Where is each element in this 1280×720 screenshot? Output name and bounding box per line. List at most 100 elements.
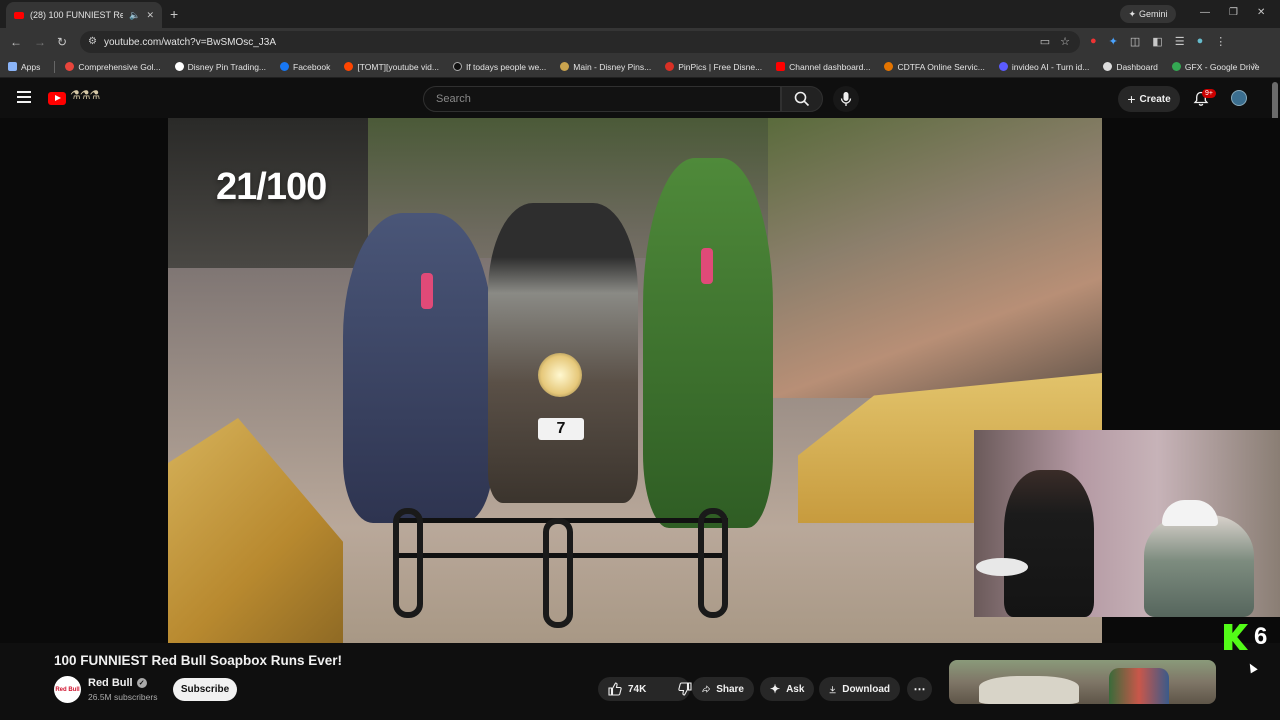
close-tab-icon[interactable]: ✕ [146, 10, 154, 21]
share-label: Share [716, 683, 744, 695]
thumbnail-car [979, 676, 1079, 704]
bookmark-label: [TOMT][youtube vid... [357, 61, 439, 72]
bookmarks-bar: Apps Comprehensive Gol... Disney Pin Tra… [0, 56, 1280, 78]
close-window-icon[interactable]: ✕ [1257, 7, 1265, 18]
bookmark-label: CDTFA Online Servic... [897, 61, 985, 72]
back-arrow-icon[interactable]: ← [10, 35, 22, 49]
like-count: 74K [628, 683, 647, 695]
bookmark-favicon-icon [174, 62, 184, 71]
restore-icon[interactable]: ❐ [1229, 7, 1238, 18]
bookmark-item[interactable]: If todays people we... [452, 61, 547, 72]
bookmark-item[interactable]: invideo AI - Turn id... [998, 61, 1090, 72]
notification-badge: 9+ [1202, 89, 1216, 98]
youtube-icon [776, 62, 786, 71]
subscribe-button[interactable]: Subscribe [173, 678, 237, 701]
video-frame[interactable]: 7 21/100 [168, 118, 1102, 643]
video-player[interactable]: 7 21/100 6 [0, 118, 1280, 650]
channel-name: Red Bull [88, 677, 133, 689]
browser-tab-active[interactable]: (28) 100 FUNNIEST Red Bull 🔈 ✕ [6, 2, 162, 28]
address-bar[interactable]: ⚙ youtube.com/watch?v=BwSMOsc_J3A ▭ ☆ [80, 31, 1080, 53]
channel-name-link[interactable]: Red Bull ✓ [88, 677, 147, 689]
webcam-person-right [1144, 515, 1254, 617]
menu-icon[interactable] [17, 91, 31, 106]
browser-menu-icon[interactable]: ⋮ [1215, 35, 1226, 48]
bookmark-item[interactable]: Facebook [280, 62, 330, 72]
search-input[interactable]: Search [423, 86, 781, 112]
profile-icon[interactable]: ● [1197, 35, 1204, 48]
youtube-header: ⚗⚗⚗ Search + Create 9+ [0, 78, 1280, 118]
verified-check-icon: ✓ [136, 678, 147, 688]
bookmark-label: invideo AI - Turn id... [1011, 61, 1090, 72]
like-button[interactable]: 74K [598, 677, 656, 701]
youtube-doodle-icon[interactable]: ⚗⚗⚗ [70, 88, 104, 106]
reload-icon[interactable]: ↻ [57, 35, 67, 49]
thumbs-up-icon [608, 682, 622, 696]
bookmark-item[interactable]: Comprehensive Gol... [65, 61, 161, 72]
media-controls-icon[interactable]: ☰ [1175, 35, 1185, 48]
sparkle-icon: ✦ [770, 682, 781, 696]
streamer-webcam-overlay [974, 430, 1280, 617]
minimize-icon[interactable]: — [1200, 7, 1210, 18]
search-button[interactable] [781, 86, 823, 112]
video-counter-overlay: 21/100 [216, 166, 327, 208]
install-app-icon[interactable]: ▭ [1040, 35, 1050, 48]
download-button[interactable]: Download [819, 677, 900, 701]
pinpics-icon [665, 62, 675, 71]
invideo-icon [998, 62, 1008, 71]
browser-toolbar: ← → ↻ ⚙ youtube.com/watch?v=BwSMOsc_J3A … [0, 28, 1280, 56]
bookmark-favicon-icon [65, 62, 75, 71]
new-tab-icon[interactable]: + [170, 6, 178, 22]
tab-title: (28) 100 FUNNIEST Red Bull [30, 10, 124, 20]
bookmark-label: Disney Pin Trading... [187, 61, 267, 72]
race-bib: 7 [538, 418, 584, 440]
side-panel-icon[interactable]: ◧ [1152, 35, 1162, 48]
bookmark-item[interactable]: PinPics | Free Disne... [665, 62, 762, 72]
bookmark-item[interactable]: Channel dashboard... [776, 62, 870, 72]
bookmark-item[interactable]: Dashboard [1103, 62, 1158, 72]
search-placeholder: Search [436, 93, 471, 105]
motorbike-headlight [538, 353, 582, 397]
gemini-button[interactable]: ✦ Gemini [1120, 5, 1176, 23]
bookmark-label: If todays people we... [465, 61, 547, 72]
like-dislike-group: 74K [598, 677, 692, 701]
bookmark-star-icon[interactable]: ☆ [1060, 35, 1070, 48]
extensions-puzzle-icon[interactable]: ◫ [1130, 35, 1140, 48]
microphone-icon [840, 92, 852, 106]
bookmark-item[interactable]: GFX - Google Drive [1171, 61, 1260, 72]
youtube-logo-icon[interactable] [48, 92, 66, 105]
ask-button[interactable]: ✦ Ask [760, 677, 814, 701]
bookmark-apps[interactable]: Apps [8, 62, 40, 72]
ask-label: Ask [786, 683, 805, 695]
gemini-label: Gemini [1139, 9, 1168, 19]
voice-search-button[interactable] [833, 86, 859, 112]
recommended-video-thumbnail[interactable] [949, 660, 1216, 704]
url-text: youtube.com/watch?v=BwSMOsc_J3A [104, 36, 277, 48]
webcam-person-left [1004, 470, 1094, 617]
bookmark-item[interactable]: CDTFA Online Servic... [884, 61, 985, 72]
bookmark-label: GFX - Google Drive [1184, 61, 1260, 72]
wheel-left [393, 508, 423, 618]
create-button[interactable]: + Create [1118, 86, 1180, 112]
site-info-icon[interactable]: ⚙ [88, 36, 97, 47]
more-actions-button[interactable]: ⋯ [907, 677, 932, 701]
google-drive-icon [1171, 62, 1181, 71]
bookmark-item[interactable]: Disney Pin Trading... [174, 61, 267, 72]
webcam-cap [1162, 500, 1218, 526]
extension-red-icon[interactable]: ● [1090, 35, 1097, 48]
bookmarks-overflow-icon[interactable]: » [1252, 60, 1258, 71]
bookmark-item[interactable]: Main - Disney Pins... [560, 62, 651, 72]
share-button[interactable]: Share [692, 677, 754, 701]
wheel-center [543, 518, 573, 628]
extension-blue-icon[interactable]: ✦ [1109, 35, 1118, 48]
share-icon [702, 685, 711, 693]
forward-arrow-icon[interactable]: → [34, 35, 46, 49]
bookmark-label: Comprehensive Gol... [78, 61, 161, 72]
reddit-icon [344, 62, 354, 71]
speaker-icon[interactable]: 🔈 [129, 10, 140, 21]
account-avatar[interactable] [1231, 90, 1247, 106]
channel-avatar[interactable]: Red Bull [54, 676, 81, 703]
subscriber-count: 26.5M subscribers [88, 692, 158, 702]
bookmark-item[interactable]: [TOMT][youtube vid... [344, 62, 439, 72]
youtube-favicon-icon [14, 11, 24, 19]
wheel-right [698, 508, 728, 618]
